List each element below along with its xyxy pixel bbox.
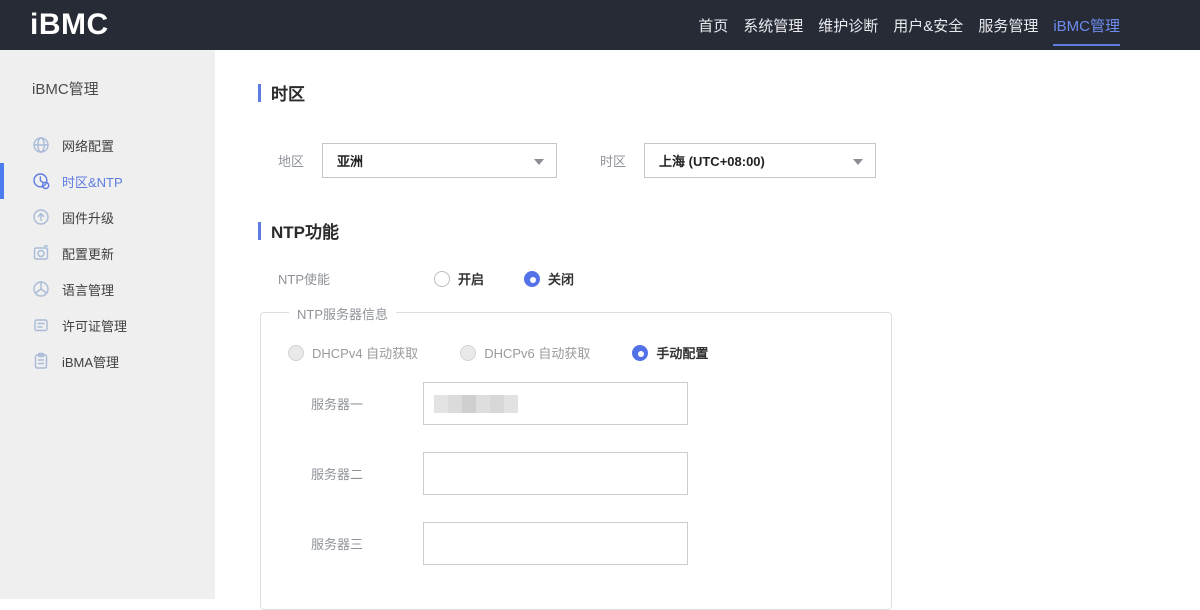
sidebar-item-ibma[interactable]: iBMA管理 <box>0 343 215 379</box>
language-icon <box>32 280 50 298</box>
sidebar-item-config-update[interactable]: 配置更新 <box>0 235 215 271</box>
nav-item-user-security[interactable]: 用户&安全 <box>893 0 963 50</box>
sidebar-item-license[interactable]: 许可证管理 <box>0 307 215 343</box>
section-title-text: NTP功能 <box>271 218 339 243</box>
timezone-section-title: 时区 <box>258 80 1200 105</box>
dhcpv6-auto-option[interactable]: DHCPv6 自动获取 <box>460 343 590 362</box>
license-icon <box>32 316 50 334</box>
nav-item-home[interactable]: 首页 <box>698 0 728 50</box>
ntp-enable-label: NTP使能 <box>278 269 434 288</box>
radio-label: DHCPv6 自动获取 <box>484 343 590 362</box>
radio-selected-icon[interactable] <box>524 271 540 287</box>
section-title-bar <box>258 222 261 240</box>
server-three-label: 服务器三 <box>311 534 423 553</box>
nav-item-system[interactable]: 系统管理 <box>743 0 803 50</box>
sidebar-item-timezone-ntp[interactable]: 时区&NTP <box>0 163 215 199</box>
sidebar-item-label: 许可证管理 <box>62 316 127 335</box>
sidebar-item-label: 时区&NTP <box>62 172 123 191</box>
sidebar-item-label: iBMA管理 <box>62 352 119 371</box>
ntp-section-title: NTP功能 <box>258 218 1200 243</box>
nav-item-service[interactable]: 服务管理 <box>978 0 1038 50</box>
ntp-enable-row: NTP使能 开启 关闭 <box>278 269 1200 288</box>
sidebar-menu: 网络配置 时区&NTP 固件升级 配置更新 语言管理 <box>0 127 215 379</box>
sidebar-item-label: 语言管理 <box>62 280 114 299</box>
timezone-select-value: 上海 (UTC+08:00) <box>659 151 765 170</box>
region-select-value: 亚洲 <box>337 151 363 170</box>
region-label: 地区 <box>278 151 304 170</box>
network-icon <box>32 136 50 154</box>
sidebar-item-label: 网络配置 <box>62 136 114 155</box>
dhcpv4-auto-option[interactable]: DHCPv4 自动获取 <box>288 343 418 362</box>
redacted-value <box>434 395 518 413</box>
caret-down-icon <box>534 159 544 165</box>
server-two-row: 服务器二 <box>311 452 891 495</box>
server-one-label: 服务器一 <box>311 394 423 413</box>
radio-unselected-icon[interactable] <box>434 271 450 287</box>
server-two-input[interactable] <box>423 452 688 495</box>
server-three-row: 服务器三 <box>311 522 891 565</box>
config-update-icon <box>32 244 50 262</box>
radio-label: DHCPv4 自动获取 <box>312 343 418 362</box>
ntp-mode-row: DHCPv4 自动获取 DHCPv6 自动获取 手动配置 <box>288 343 891 362</box>
radio-label: 手动配置 <box>656 343 708 362</box>
radio-label: 开启 <box>458 269 484 288</box>
sidebar: iBMC管理 网络配置 时区&NTP 固件升级 配置更新 <box>0 50 215 599</box>
nav-item-ibmc-management[interactable]: iBMC管理 <box>1053 0 1120 50</box>
sidebar-item-label: 配置更新 <box>62 244 114 263</box>
ntp-enable-off-option[interactable]: 关闭 <box>524 269 574 288</box>
ntp-server-group: NTP服务器信息 DHCPv4 自动获取 DHCPv6 自动获取 手动配置 服务… <box>260 312 892 610</box>
section-title-text: 时区 <box>271 80 305 105</box>
clock-icon <box>32 172 50 190</box>
firmware-upgrade-icon <box>32 208 50 226</box>
ibmc-logo: iBMC <box>30 8 109 42</box>
nav-item-maintenance[interactable]: 维护诊断 <box>818 0 878 50</box>
timezone-select[interactable]: 上海 (UTC+08:00) <box>644 143 876 178</box>
server-one-row: 服务器一 <box>311 382 891 425</box>
section-title-bar <box>258 84 261 102</box>
radio-selected-icon[interactable] <box>632 345 648 361</box>
server-one-input[interactable] <box>423 382 688 425</box>
topbar: iBMC 首页 系统管理 维护诊断 用户&安全 服务管理 iBMC管理 <box>0 0 1200 50</box>
radio-disabled-icon <box>460 345 476 361</box>
server-two-label: 服务器二 <box>311 464 423 483</box>
sidebar-item-firmware-upgrade[interactable]: 固件升级 <box>0 199 215 235</box>
sidebar-title: iBMC管理 <box>32 78 215 99</box>
region-select[interactable]: 亚洲 <box>322 143 557 178</box>
timezone-form-row: 地区 亚洲 时区 上海 (UTC+08:00) <box>278 143 1200 178</box>
sidebar-item-network-config[interactable]: 网络配置 <box>0 127 215 163</box>
timezone-label: 时区 <box>600 151 626 170</box>
radio-label: 关闭 <box>548 269 574 288</box>
top-navigation: 首页 系统管理 维护诊断 用户&安全 服务管理 iBMC管理 <box>698 0 1120 50</box>
radio-disabled-icon <box>288 345 304 361</box>
ibma-icon <box>32 352 50 370</box>
ntp-server-group-legend: NTP服务器信息 <box>289 304 396 323</box>
manual-config-option[interactable]: 手动配置 <box>632 343 708 362</box>
sidebar-item-language[interactable]: 语言管理 <box>0 271 215 307</box>
caret-down-icon <box>853 159 863 165</box>
main-content: 时区 地区 亚洲 时区 上海 (UTC+08:00) NTP功能 NTP使能 开… <box>215 50 1200 599</box>
server-three-input[interactable] <box>423 522 688 565</box>
ntp-section: NTP功能 NTP使能 开启 关闭 NTP服务器信息 DHCPv4 自动获取 <box>258 218 1200 610</box>
ntp-enable-on-option[interactable]: 开启 <box>434 269 484 288</box>
sidebar-item-label: 固件升级 <box>62 208 114 227</box>
